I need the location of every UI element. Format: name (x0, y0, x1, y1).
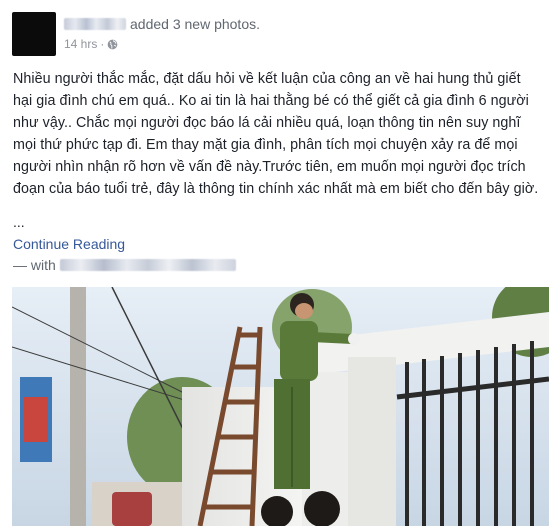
post-action-text[interactable]: added 3 new photos. (130, 16, 260, 32)
photo-person-face (295, 303, 313, 319)
meta-separator: · (100, 37, 105, 51)
continue-reading-link[interactable]: Continue Reading (13, 236, 125, 252)
photo-gate-pillar (348, 357, 396, 526)
photo-utility-pole (70, 287, 86, 526)
photo-poster (24, 397, 48, 442)
post-ellipsis: ... (13, 214, 25, 230)
tagged-names-blurred[interactable] (59, 259, 236, 271)
with-prefix: — with (13, 257, 56, 273)
post-meta: 14 hrs · (64, 37, 118, 53)
photo-bystander-head (304, 491, 340, 526)
post-photo[interactable] (12, 287, 549, 526)
author-name-blurred[interactable] (64, 18, 126, 30)
photo-person-glove (348, 333, 360, 345)
facebook-post: added 3 new photos. 14 hrs · Nhiều người … (0, 0, 557, 526)
photo-person-torso (280, 321, 318, 381)
post-headline: added 3 new photos. (64, 16, 260, 32)
photo-person-arm (311, 332, 353, 344)
post-timestamp[interactable]: 14 hrs (64, 37, 97, 51)
photo-car (112, 492, 152, 526)
post-header: added 3 new photos. 14 hrs · (12, 12, 542, 60)
globe-icon[interactable] (107, 39, 118, 53)
tagged-with-line: — with (13, 257, 236, 273)
post-body-text: Nhiều người thắc mắc, đặt dấu hỏi về kết… (13, 71, 539, 197)
avatar[interactable] (12, 12, 56, 56)
